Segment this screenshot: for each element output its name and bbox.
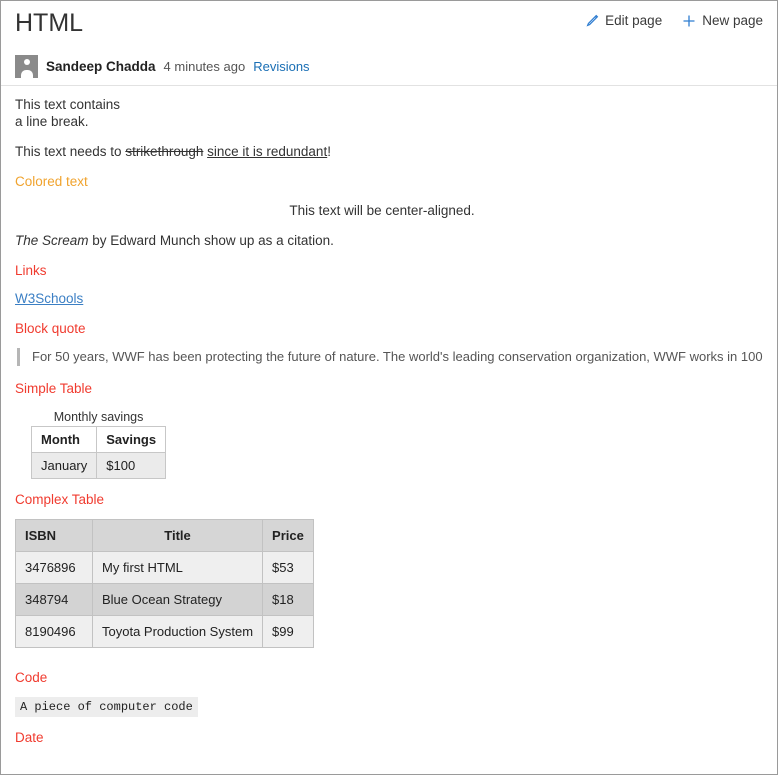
header-actions: Edit page New page: [585, 12, 763, 30]
complex-table-heading: Complex Table: [15, 492, 105, 507]
edit-page-label: Edit page: [605, 13, 663, 28]
wiki-page-container: HTML Edit page New page Sandeep Chadda 4…: [0, 0, 778, 775]
strike-suffix: !: [327, 144, 331, 159]
cell-isbn: 3476896: [15, 551, 93, 584]
cell-price: $18: [262, 583, 314, 616]
table-row: January $100: [30, 452, 167, 479]
table-row: 3476896 My first HTML $53: [15, 551, 314, 584]
column-header-title: Title: [91, 519, 264, 552]
cell-title: Blue Ocean Strategy: [91, 583, 264, 616]
author-row: Sandeep Chadda 4 minutes ago Revisions: [1, 48, 777, 85]
cell-title: Toyota Production System: [91, 615, 264, 648]
edit-page-button[interactable]: Edit page: [585, 12, 662, 30]
cell-price: $53: [262, 551, 314, 584]
last-modified-time: 4 minutes ago: [163, 59, 246, 74]
code-snippet: A piece of computer code: [15, 697, 198, 717]
line-break-line-2: a line break.: [15, 114, 89, 129]
cell-title: My first HTML: [91, 551, 264, 584]
simple-table: Month Savings January $100: [30, 426, 167, 479]
table-row: 8190496 Toyota Production System $99: [15, 615, 314, 648]
citation-title: The Scream: [15, 233, 89, 248]
cell-isbn: 348794: [15, 583, 93, 616]
line-break-line-1: This text contains: [15, 97, 121, 112]
new-page-button[interactable]: New page: [682, 12, 763, 30]
column-header-isbn: ISBN: [15, 519, 93, 552]
page-content: This text contains a line break. This te…: [1, 86, 777, 746]
simple-table-heading: Simple Table: [15, 381, 93, 396]
table-header-row: Month Savings: [30, 426, 167, 453]
column-header-savings: Savings: [96, 426, 167, 453]
code-heading: Code: [15, 670, 48, 685]
blockquote: For 50 years, WWF has been protecting th…: [17, 348, 763, 366]
center-aligned-paragraph: This text will be center-aligned.: [289, 203, 475, 218]
simple-table-wrapper: Monthly savings Month Savings January $1…: [30, 410, 167, 479]
column-header-month: Month: [30, 426, 98, 453]
cell-savings: $100: [96, 452, 167, 479]
colored-text: Colored text: [15, 174, 88, 189]
author-name: Sandeep Chadda: [46, 59, 156, 74]
revisions-link[interactable]: Revisions: [253, 59, 309, 74]
date-heading: Date: [15, 730, 44, 745]
complex-table-wrapper: ISBN Title Price 3476896 My first HTML $…: [15, 519, 314, 648]
citation-paragraph: The Scream by Edward Munch show up as a …: [15, 232, 763, 249]
pencil-icon: [585, 14, 599, 28]
column-header-price: Price: [262, 519, 314, 552]
cell-price: $99: [262, 615, 314, 648]
complex-table: ISBN Title Price 3476896 My first HTML $…: [15, 519, 314, 648]
cell-month: January: [30, 452, 98, 479]
user-avatar-icon: [15, 55, 38, 78]
table-header-row: ISBN Title Price: [15, 519, 314, 552]
line-break-paragraph: This text contains a line break.: [15, 96, 763, 130]
links-heading: Links: [15, 263, 47, 278]
w3schools-link[interactable]: W3Schools: [15, 290, 83, 307]
simple-table-caption: Monthly savings: [53, 410, 144, 424]
strikethrough-paragraph: This text needs to strikethrough since i…: [15, 143, 763, 160]
underlined-text: since it is redundant: [207, 144, 328, 159]
page-title: HTML: [15, 9, 84, 37]
citation-rest: by Edward Munch show up as a citation.: [88, 233, 334, 248]
blockquote-heading: Block quote: [15, 321, 86, 336]
strikethrough-text: strikethrough: [125, 144, 204, 159]
strike-prefix: This text needs to: [15, 144, 126, 159]
cell-isbn: 8190496: [15, 615, 93, 648]
plus-icon: [682, 14, 696, 28]
page-header: HTML Edit page New page: [1, 1, 777, 48]
new-page-label: New page: [702, 13, 763, 28]
table-row: 348794 Blue Ocean Strategy $18: [15, 583, 314, 616]
